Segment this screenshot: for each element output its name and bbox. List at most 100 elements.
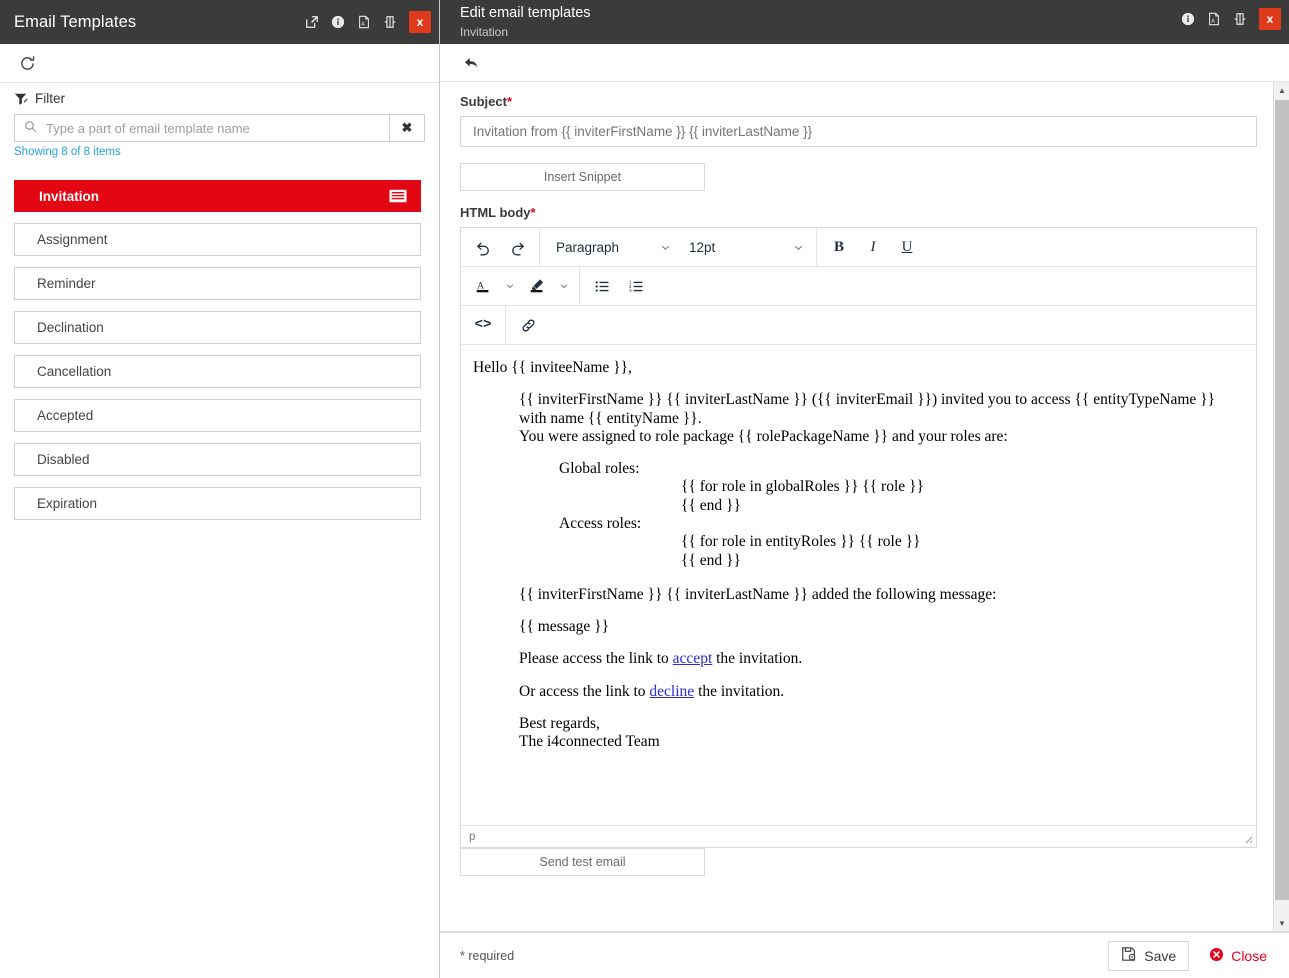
body-signoff: Best regards, The i4connected Team xyxy=(519,715,1244,752)
scrollbar-thumb[interactable] xyxy=(1275,100,1289,900)
list-item-reminder[interactable]: Reminder xyxy=(14,267,421,300)
list-item-cancellation[interactable]: Cancellation xyxy=(14,355,421,388)
editor-toolbar-row-1: Paragraph 12pt B I U xyxy=(461,228,1256,267)
source-code-icon[interactable]: <> xyxy=(468,310,498,340)
scroll-up-arrow-icon[interactable]: ▲ xyxy=(1274,82,1289,98)
edit-email-template-panel: Edit email templates Invitation A x Subj… xyxy=(440,0,1289,978)
dock-icon[interactable] xyxy=(379,11,401,33)
dock-icon[interactable] xyxy=(1229,8,1251,30)
list-item-label: Accepted xyxy=(37,408,94,423)
left-panel-header: Email Templates A x xyxy=(0,0,439,44)
text-style-group: B I U xyxy=(817,228,929,266)
filter-input-wrapper: ✖ xyxy=(14,114,425,142)
decline-pre-text: Or access the link to xyxy=(519,682,650,700)
list-item-assignment[interactable]: Assignment xyxy=(14,223,421,256)
body-invite-line1: {{ inviterFirstName }} {{ inviterLastNam… xyxy=(519,391,1216,409)
list-item-label: Declination xyxy=(37,320,104,335)
resize-handle-icon[interactable] xyxy=(1241,832,1253,844)
showing-items-count[interactable]: Showing 8 of 8 items xyxy=(14,146,425,158)
highlight-color-chevron-down-icon[interactable] xyxy=(556,271,572,301)
redo-icon[interactable] xyxy=(502,232,532,262)
close-button[interactable]: Close xyxy=(1201,941,1275,971)
body-global-roles-end: {{ end }} xyxy=(681,496,741,514)
list-item-invitation[interactable]: Invitation xyxy=(14,180,421,212)
right-panel-titles: Edit email templates Invitation xyxy=(460,5,1177,40)
editor-footer: * required Save Close xyxy=(440,932,1289,978)
close-panel-button[interactable]: x xyxy=(409,11,431,33)
numbered-list-icon[interactable]: 1 2 3 xyxy=(621,271,651,301)
list-item-label: Assignment xyxy=(37,232,108,247)
subject-input[interactable] xyxy=(460,116,1257,147)
editor-element-path[interactable]: p xyxy=(469,831,475,843)
body-global-roles-loop: {{ for role in globalRoles }} {{ role }} xyxy=(681,478,924,496)
html-body-content[interactable]: Hello {{ inviteeName }}, {{ inviterFirst… xyxy=(461,345,1256,825)
subject-label-text: Subject xyxy=(460,94,507,109)
text-color-icon[interactable]: A xyxy=(468,271,498,301)
svg-text:3: 3 xyxy=(628,288,631,294)
scroll-down-arrow-icon[interactable]: ▼ xyxy=(1274,915,1289,931)
body-message-intro: {{ inviterFirstName }} {{ inviterLastNam… xyxy=(519,585,997,603)
list-item-declination[interactable]: Declination xyxy=(14,311,421,344)
editor-vertical-scrollbar[interactable]: ▲ ▼ xyxy=(1273,82,1289,931)
body-message-var: {{ message }} xyxy=(519,618,610,636)
list-item-disabled[interactable]: Disabled xyxy=(14,443,421,476)
editor-title: Edit email templates xyxy=(460,5,591,21)
html-body-label-text: HTML body xyxy=(460,205,531,220)
body-invite-line3: You were assigned to role package {{ rol… xyxy=(519,427,1008,445)
pdf-icon[interactable]: A xyxy=(1203,8,1225,30)
body-access-roles-loop: {{ for role in entityRoles }} {{ role }} xyxy=(681,533,921,551)
required-marker: * xyxy=(506,94,513,109)
body-decline-line: Or access the link to decline the invita… xyxy=(519,683,1244,701)
block-format-value: Paragraph xyxy=(556,239,620,255)
search-input[interactable] xyxy=(44,115,389,141)
required-note: * required xyxy=(460,948,515,963)
info-icon[interactable] xyxy=(1177,8,1199,30)
list-group: 1 2 3 xyxy=(580,267,658,305)
italic-button[interactable]: I xyxy=(858,232,888,262)
filter-icon xyxy=(14,92,28,106)
undo-icon[interactable] xyxy=(468,232,498,262)
svg-text:A: A xyxy=(1211,19,1215,25)
decline-post-text: the invitation. xyxy=(694,682,785,700)
close-editor-button[interactable]: x xyxy=(1259,8,1281,30)
body-accept-line: Please access the link to accept the inv… xyxy=(519,650,1244,668)
editor-form: Subject* Insert Snippet HTML body* xyxy=(440,82,1289,876)
highlight-color-icon[interactable] xyxy=(522,271,552,301)
font-size-select[interactable]: 12pt xyxy=(679,232,810,262)
refresh-icon[interactable] xyxy=(14,50,40,76)
info-icon[interactable] xyxy=(327,11,349,33)
body-global-roles-label: Global roles: xyxy=(559,460,640,478)
underline-button[interactable]: U xyxy=(892,232,922,262)
list-item-label: Cancellation xyxy=(37,364,112,379)
filter-label-row: Filter xyxy=(14,91,425,106)
send-test-email-button[interactable]: Send test email xyxy=(460,848,705,876)
required-marker: * xyxy=(530,205,536,220)
bold-button[interactable]: B xyxy=(824,232,854,262)
link-icon[interactable] xyxy=(513,310,543,340)
left-panel-toolbar xyxy=(0,44,439,83)
pdf-icon[interactable]: A xyxy=(353,11,375,33)
body-access-roles-end: {{ end }} xyxy=(681,551,741,569)
body-invite-line2: with name {{ entityName }}. xyxy=(519,409,702,427)
back-arrow-icon[interactable] xyxy=(460,51,484,75)
chevron-down-icon xyxy=(660,242,671,253)
list-item-accepted[interactable]: Accepted xyxy=(14,399,421,432)
save-button[interactable]: Save xyxy=(1108,940,1190,971)
accept-pre-text: Please access the link to xyxy=(519,650,673,668)
clear-filter-button[interactable]: ✖ xyxy=(390,115,424,141)
text-color-chevron-down-icon[interactable] xyxy=(502,271,518,301)
bullet-list-icon[interactable] xyxy=(587,271,617,301)
insert-snippet-button[interactable]: Insert Snippet xyxy=(460,163,705,191)
filter-label: Filter xyxy=(35,91,65,106)
editor-scroll-area: Subject* Insert Snippet HTML body* xyxy=(440,82,1289,932)
list-item-expiration[interactable]: Expiration xyxy=(14,487,421,520)
template-lines-icon[interactable] xyxy=(388,189,408,204)
accept-link[interactable]: accept xyxy=(673,650,713,667)
close-circle-icon xyxy=(1209,947,1224,965)
list-item-label: Invitation xyxy=(39,188,99,204)
block-format-select[interactable]: Paragraph xyxy=(546,232,677,262)
popout-icon[interactable] xyxy=(301,11,323,33)
body-access-roles-label: Access roles: xyxy=(559,514,642,532)
decline-link[interactable]: decline xyxy=(649,683,694,700)
editor-toolbar-row-2: A 1 2 3 xyxy=(461,267,1256,306)
